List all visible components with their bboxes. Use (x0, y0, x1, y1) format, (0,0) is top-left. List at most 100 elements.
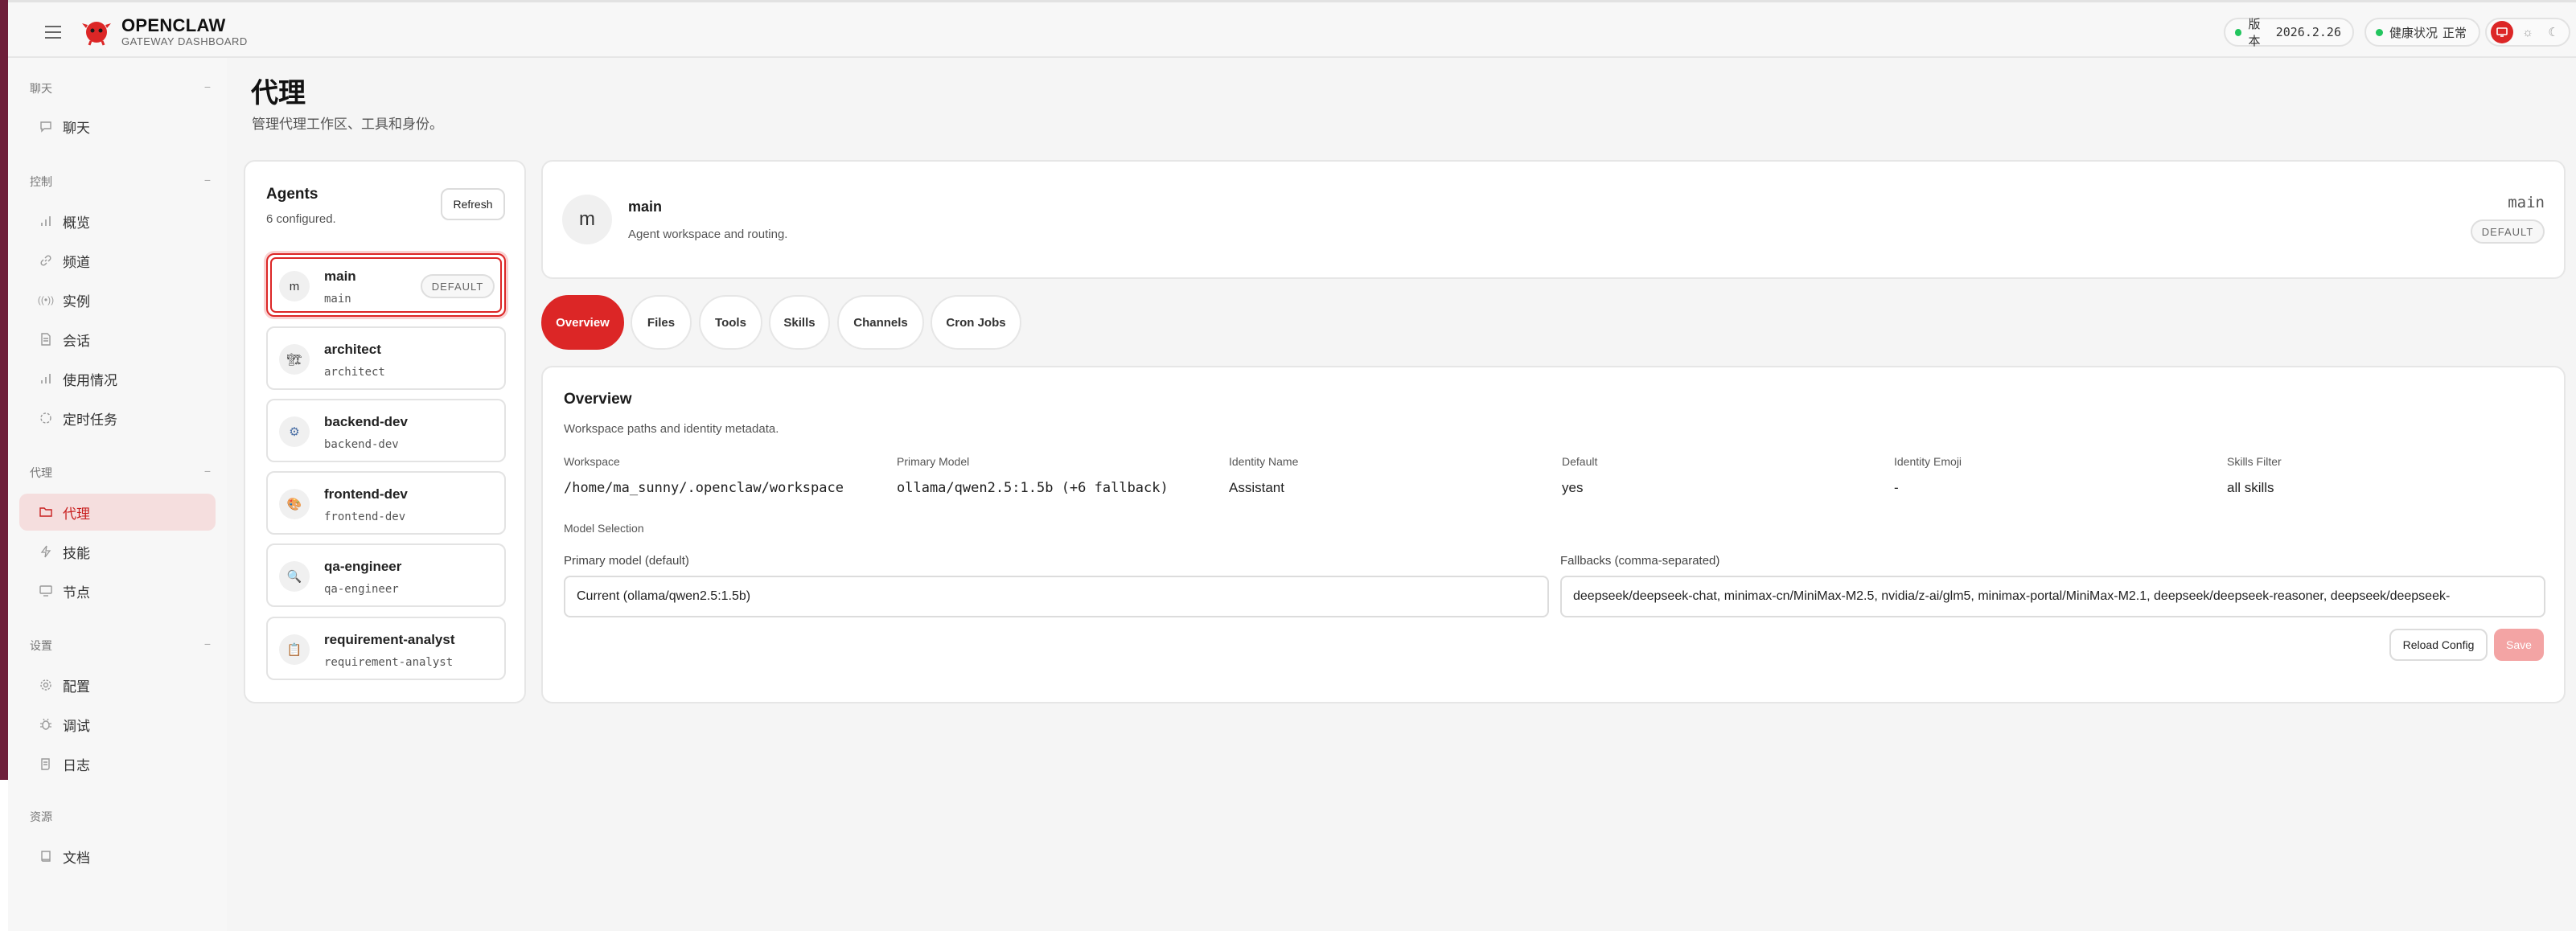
agent-id: frontend-dev (324, 511, 406, 523)
agent-name: architect (324, 342, 381, 357)
theme-switcher: ☼ ☾ (2485, 18, 2570, 47)
chat-icon (39, 119, 53, 133)
collapse-icon[interactable]: − (204, 174, 211, 187)
save-button[interactable]: Save (2494, 629, 2544, 661)
window-edge (0, 0, 8, 780)
scroll-icon (39, 757, 53, 771)
brand: OPENCLAW GATEWAY DASHBOARD (121, 16, 248, 48)
sidebar-item-docs[interactable]: 文档 (19, 838, 216, 875)
sidebar-item-label: 聊天 (63, 120, 90, 136)
sidebar-item-label: 代理 (63, 506, 90, 522)
agent-header-id: main (2508, 194, 2545, 211)
agent-name: main (324, 269, 356, 284)
sidebar-section-title: 设置 (30, 639, 52, 652)
health-value: 正常 (2442, 26, 2467, 40)
sidebar-item-chat[interactable]: 聊天 (19, 108, 216, 145)
tab-cron-jobs[interactable]: Cron Jobs (931, 295, 1021, 350)
book-icon (39, 849, 53, 863)
sidebar-section-title: 控制 (30, 175, 52, 188)
field-label-primary-model: Primary Model (897, 455, 970, 468)
sidebar-section-control[interactable]: 控制 − (30, 174, 211, 190)
agent-id: architect (324, 366, 385, 379)
gear-icon: ⚙ (279, 416, 310, 447)
agent-id: requirement-analyst (324, 656, 454, 669)
agent-row-backend-dev[interactable]: ⚙ backend-dev backend-dev (266, 399, 506, 462)
agent-row-architect[interactable]: 🏗 architect architect (266, 326, 506, 390)
agents-title: Agents (266, 186, 318, 203)
sidebar-item-debug[interactable]: 调试 (19, 706, 216, 743)
primary-model-select[interactable]: Current (ollama/qwen2.5:1.5b) (564, 576, 1549, 617)
agent-row-main[interactable]: m main main DEFAULT (266, 253, 506, 317)
reload-config-button[interactable]: Reload Config (2389, 629, 2488, 661)
sidebar-section-title: 代理 (30, 466, 52, 479)
overview-card: Overview Workspace paths and identity me… (541, 366, 2566, 703)
sidebar-item-label: 使用情况 (63, 372, 117, 388)
collapse-icon[interactable]: − (204, 80, 211, 93)
collapse-icon[interactable]: − (204, 638, 211, 650)
bug-icon (39, 717, 53, 732)
sidebar-item-agents[interactable]: 代理 (19, 494, 216, 531)
bar-chart-icon (39, 371, 53, 386)
sidebar-item-overview[interactable]: 概览 (19, 203, 216, 240)
radio-icon: ((•)) (37, 294, 55, 306)
tab-files[interactable]: Files (631, 295, 692, 350)
sidebar-item-label: 调试 (63, 718, 90, 734)
brand-name: OPENCLAW (121, 15, 226, 35)
field-value-identity-emoji: - (1894, 480, 1899, 495)
sidebar-item-skills[interactable]: 技能 (19, 533, 216, 570)
sidebar-item-nodes[interactable]: 节点 (19, 572, 216, 609)
palette-icon: 🎨 (279, 489, 310, 519)
agent-row-qa-engineer[interactable]: 🔍 qa-engineer qa-engineer (266, 543, 506, 607)
sidebar-section-settings[interactable]: 设置 − (30, 638, 211, 654)
tab-overview[interactable]: Overview (541, 295, 624, 350)
sidebar-section-resources: 资源 (30, 809, 211, 825)
sidebar-section-agents[interactable]: 代理 − (30, 465, 211, 481)
agent-header-card: m main Agent workspace and routing. main… (541, 160, 2566, 279)
agent-row-frontend-dev[interactable]: 🎨 frontend-dev frontend-dev (266, 471, 506, 535)
agent-header-subtitle: Agent workspace and routing. (628, 228, 788, 241)
fallbacks-input[interactable]: deepseek/deepseek-chat, minimax-cn/MiniM… (1560, 576, 2545, 617)
monitor-theme-icon[interactable] (2491, 21, 2513, 43)
sidebar-item-label: 配置 (63, 679, 90, 695)
sidebar-item-channels[interactable]: 频道 (19, 242, 216, 279)
field-value-skills-filter: all skills (2227, 480, 2274, 495)
fallbacks-label: Fallbacks (comma-separated) (1560, 554, 1720, 568)
sidebar-item-instances[interactable]: ((•)) 实例 (19, 281, 216, 318)
version-label: 版本 (2248, 18, 2261, 48)
link-icon (39, 253, 53, 268)
field-value-default: yes (1562, 480, 1584, 495)
sidebar-item-cron[interactable]: 定时任务 (19, 400, 216, 437)
refresh-button[interactable]: Refresh (441, 188, 505, 220)
field-label-default: Default (1562, 455, 1598, 468)
agents-card: Agents 6 configured. Refresh m main main… (244, 160, 526, 703)
monitor-icon (39, 584, 53, 598)
topbar: OPENCLAW GATEWAY DASHBOARD 版本 2026.2.26 … (8, 0, 2576, 58)
agent-name: backend-dev (324, 414, 408, 429)
sun-theme-icon[interactable]: ☼ (2516, 21, 2539, 43)
sidebar: 聊天 − 聊天 控制 − 概览 频道 ((•)) 实例 会话 使用情况 定时任务 代… (8, 58, 227, 931)
clipboard-icon: 📋 (279, 634, 310, 665)
agent-id: qa-engineer (324, 583, 399, 596)
moon-theme-icon[interactable]: ☾ (2542, 21, 2565, 43)
agent-avatar: m (562, 195, 612, 244)
sidebar-item-usage[interactable]: 使用情况 (19, 360, 216, 397)
tab-channels[interactable]: Channels (837, 295, 924, 350)
model-selection-label: Model Selection (564, 522, 644, 535)
health-label: 健康状况 (2389, 26, 2438, 40)
tab-skills[interactable]: Skills (769, 295, 830, 350)
field-value-identity-name: Assistant (1229, 480, 1284, 495)
field-label-identity-emoji: Identity Emoji (1894, 455, 1962, 468)
sidebar-item-label: 节点 (63, 584, 90, 601)
sidebar-item-logs[interactable]: 日志 (19, 745, 216, 782)
tab-tools[interactable]: Tools (699, 295, 762, 350)
sidebar-item-config[interactable]: 配置 (19, 666, 216, 703)
field-label-skills-filter: Skills Filter (2227, 455, 2282, 468)
menu-icon[interactable] (37, 22, 69, 46)
sidebar-item-sessions[interactable]: 会话 (19, 321, 216, 358)
agent-id: main (324, 293, 351, 306)
agent-row-requirement-analyst[interactable]: 📋 requirement-analyst requirement-analys… (266, 617, 506, 680)
sidebar-section-chat[interactable]: 聊天 − (30, 80, 211, 96)
sidebar-section-title: 聊天 (30, 82, 52, 95)
collapse-icon[interactable]: − (204, 465, 211, 478)
health-pill: 健康状况 正常 (2364, 18, 2480, 47)
